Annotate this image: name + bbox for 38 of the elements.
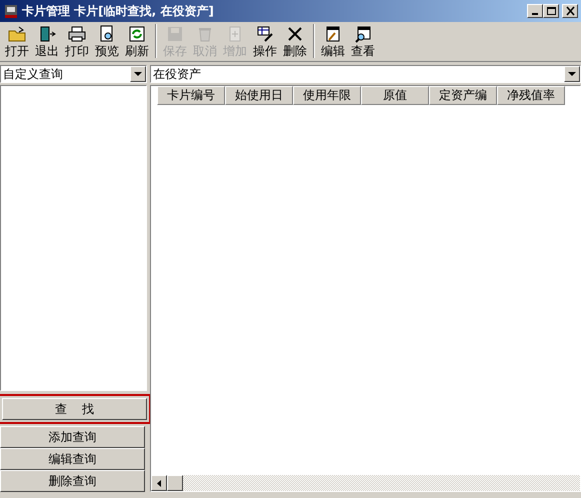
close-button[interactable] [562, 4, 578, 18]
toolbar-button[interactable]: 编辑 [318, 24, 348, 60]
maximize-button[interactable] [543, 4, 559, 18]
column-header[interactable]: 定资产编 [429, 86, 497, 105]
column-header[interactable]: 使用年限 [293, 86, 361, 105]
toolbar-button[interactable]: 打开 [2, 24, 32, 60]
toolbar-button[interactable]: 预览 [92, 24, 122, 60]
scroll-thumb[interactable] [167, 475, 183, 491]
column-header[interactable]: 卡片编号 [157, 86, 225, 105]
printer-icon [67, 24, 87, 44]
scroll-left-button[interactable] [151, 475, 167, 491]
column-header[interactable]: 始使用日 [225, 86, 293, 105]
left-arrow-icon [157, 480, 161, 486]
horizontal-scrollbar[interactable] [151, 475, 580, 491]
close-icon [564, 6, 576, 16]
minimize-button[interactable] [527, 4, 543, 18]
query-button[interactable]: 查 找 [2, 398, 147, 420]
toolbar-button[interactable]: 刷新 [122, 24, 152, 60]
toolbar-button[interactable]: 操作 [250, 24, 280, 60]
query-button[interactable]: 添加查询 [0, 426, 145, 448]
column-header[interactable]: 净残值率 [497, 86, 565, 105]
edit-grid-icon [255, 24, 275, 44]
toolbar-button[interactable]: 打印 [62, 24, 92, 60]
maximize-icon [546, 6, 556, 16]
folder-icon [7, 24, 27, 44]
toolbar-button[interactable]: 退出 [32, 24, 62, 60]
app-icon [3, 3, 19, 19]
column-header[interactable]: 原值 [361, 86, 429, 105]
search-list-icon [353, 24, 373, 44]
toolbar-button[interactable]: 删除 [280, 24, 310, 60]
refresh-icon [127, 24, 147, 44]
toolbar-button[interactable]: 查看 [348, 24, 378, 60]
window-title: 卡片管理 卡片[临时查找, 在役资产] [22, 3, 215, 20]
query-button[interactable]: 删除查询 [0, 470, 145, 492]
minimize-icon [532, 13, 538, 15]
query-dropdown[interactable]: 自定义查询 [0, 65, 147, 83]
query-button[interactable]: 编辑查询 [0, 448, 145, 470]
category-dropdown[interactable]: 在役资产 [150, 65, 581, 83]
